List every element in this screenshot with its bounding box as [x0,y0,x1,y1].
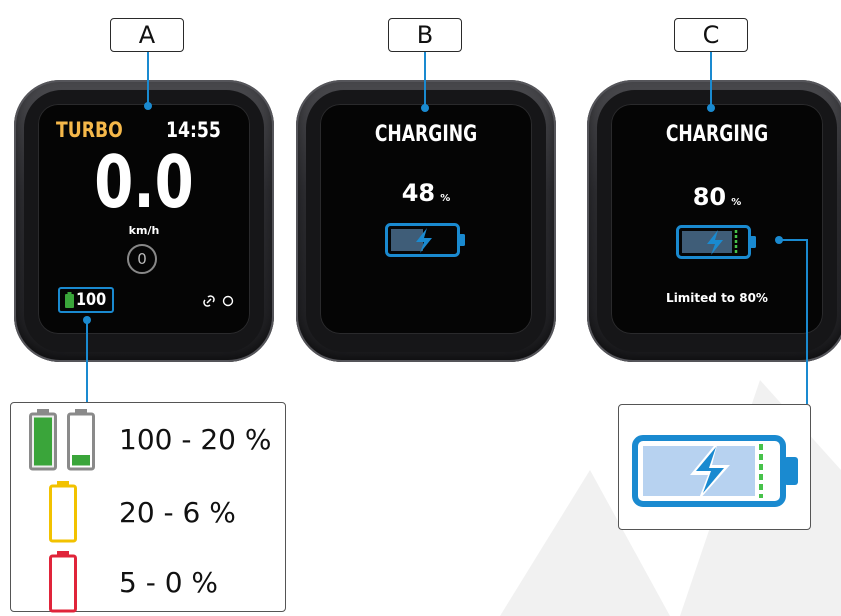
leader-line-limit-v [806,239,808,404]
charge-percent-value: 48 [401,179,436,207]
charge-percent-sign: % [440,193,451,204]
screen-charging: CHARGING 48 % [320,104,532,334]
display-unit-c: CHARGING 80 % Limited to 80% [587,80,841,362]
callout-label-c: C [674,18,748,52]
leader-dot-b [421,104,429,112]
display-unit-b: CHARGING 48 % [296,80,556,362]
callout-label-a: A [110,18,184,52]
leader-line-c [710,52,712,108]
assist-mode-label: TURBO [56,118,123,142]
gear-indicator: 0 [127,244,157,274]
callout-label-b: B [388,18,462,52]
status-circle-icon [222,295,234,307]
battery-yellow-icon [49,481,77,543]
battery-low-green-icon [67,409,95,471]
charge-limit-note: Limited to 80% [666,291,768,305]
battery-level-value: 100 [76,290,107,310]
connection-link-icon [203,295,215,307]
battery-full-green-icon [29,409,57,471]
display-unit-a: TURBO 14:55 0.0 km/h 0 100 [14,80,274,362]
charging-battery-limited-icon [676,225,756,259]
leader-line-b [424,52,426,108]
charging-battery-icon [385,223,465,257]
leader-dot-c [707,104,715,112]
leader-line-a [147,52,149,106]
speed-unit: km/h [128,224,160,237]
leader-line-battery [86,320,88,402]
battery-red-icon [49,551,77,613]
legend-range-3: 5 - 0 % [119,566,219,599]
charge-percent: 48 % [320,179,532,207]
charge-percent-value: 80 [692,183,727,211]
legend-range-2: 20 - 6 % [119,496,236,529]
charge-limit-detail [618,404,811,530]
charging-status-label: CHARGING [665,122,769,147]
clock-label: 14:55 [166,118,221,142]
charging-battery-limited-large-icon [632,435,798,507]
charge-percent-sign: % [731,197,742,208]
leader-line-limit-h [779,239,808,241]
charge-percent: 80 % [611,183,823,211]
charging-status-label: CHARGING [374,122,478,147]
battery-legend: 100 - 20 % 20 - 6 % 5 - 0 % [10,402,286,613]
screen-charging-limited: CHARGING 80 % Limited to 80% [611,104,823,334]
legend-range-1: 100 - 20 % [119,423,272,456]
screen-riding: TURBO 14:55 0.0 km/h 0 100 [38,104,250,334]
leader-dot-a [144,102,152,110]
speed-value: 0.0 [94,140,194,224]
battery-icon [65,292,74,308]
battery-indicator: 100 [58,287,114,313]
